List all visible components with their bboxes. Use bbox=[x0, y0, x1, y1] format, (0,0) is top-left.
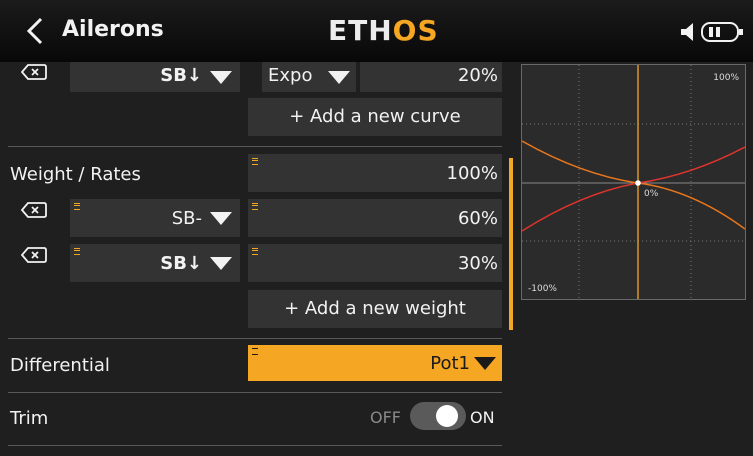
toggle-on-label: ON bbox=[470, 408, 495, 427]
rate-switch-select[interactable]: SB- bbox=[70, 199, 240, 237]
delete-icon[interactable] bbox=[21, 247, 47, 263]
dropdown-arrow-icon bbox=[210, 71, 232, 84]
add-weight-button[interactable]: + Add a new weight bbox=[248, 290, 502, 328]
rate-switch-select[interactable]: SB↓ bbox=[70, 244, 240, 282]
header-bar: Ailerons ETHOS bbox=[0, 0, 753, 62]
curve-line-red bbox=[522, 146, 745, 232]
graph-bottom-label: -100% bbox=[528, 284, 557, 294]
rate-value-field[interactable]: 60% bbox=[248, 199, 502, 237]
edit-marker-icon bbox=[74, 203, 80, 210]
delete-icon[interactable] bbox=[21, 202, 47, 218]
curve-graph-plot bbox=[522, 65, 745, 299]
curve-graph: 100% 0% -100% bbox=[521, 64, 746, 300]
toggle-knob[interactable] bbox=[436, 405, 458, 427]
edit-marker-icon bbox=[252, 348, 258, 355]
back-button[interactable] bbox=[15, 12, 55, 50]
ethos-logo: ETHOS bbox=[328, 14, 439, 47]
edit-marker-icon bbox=[252, 248, 258, 255]
graph-top-label: 100% bbox=[713, 73, 739, 83]
curve-center-point bbox=[635, 180, 641, 186]
trim-label: Trim bbox=[10, 408, 49, 429]
dropdown-arrow-icon bbox=[328, 71, 350, 84]
rate-value-field[interactable]: 30% bbox=[248, 244, 502, 282]
edit-marker-icon bbox=[252, 158, 258, 165]
graph-center-label: 0% bbox=[644, 189, 659, 199]
divider bbox=[8, 445, 502, 446]
speaker-icon[interactable] bbox=[680, 22, 698, 42]
toggle-off-label: OFF bbox=[370, 408, 401, 427]
curve-type-select[interactable]: Expo bbox=[262, 62, 356, 92]
divider bbox=[8, 392, 502, 393]
weight-rates-label: Weight / Rates bbox=[10, 164, 141, 185]
curve-line-orange bbox=[522, 140, 745, 230]
page-title: Ailerons bbox=[62, 17, 164, 42]
divider bbox=[8, 146, 502, 147]
chevron-left-icon bbox=[26, 17, 43, 45]
expo-switch-select[interactable]: SB↓ bbox=[70, 62, 240, 92]
dropdown-arrow-icon bbox=[210, 212, 232, 225]
battery-icon[interactable] bbox=[700, 22, 745, 42]
edit-marker-icon bbox=[252, 203, 258, 210]
dropdown-arrow-icon bbox=[474, 357, 496, 370]
add-curve-button[interactable]: + Add a new curve bbox=[248, 98, 502, 136]
differential-label: Differential bbox=[10, 355, 110, 376]
delete-icon[interactable] bbox=[21, 64, 47, 80]
scrollbar[interactable] bbox=[509, 158, 513, 330]
edit-marker-icon bbox=[74, 248, 80, 255]
curve-value-field[interactable]: 20% bbox=[360, 62, 502, 92]
divider bbox=[8, 338, 502, 339]
weight-value-field[interactable]: 100% bbox=[248, 154, 502, 192]
differential-source-select[interactable]: Pot1 bbox=[248, 345, 502, 381]
dropdown-arrow-icon bbox=[210, 257, 232, 270]
